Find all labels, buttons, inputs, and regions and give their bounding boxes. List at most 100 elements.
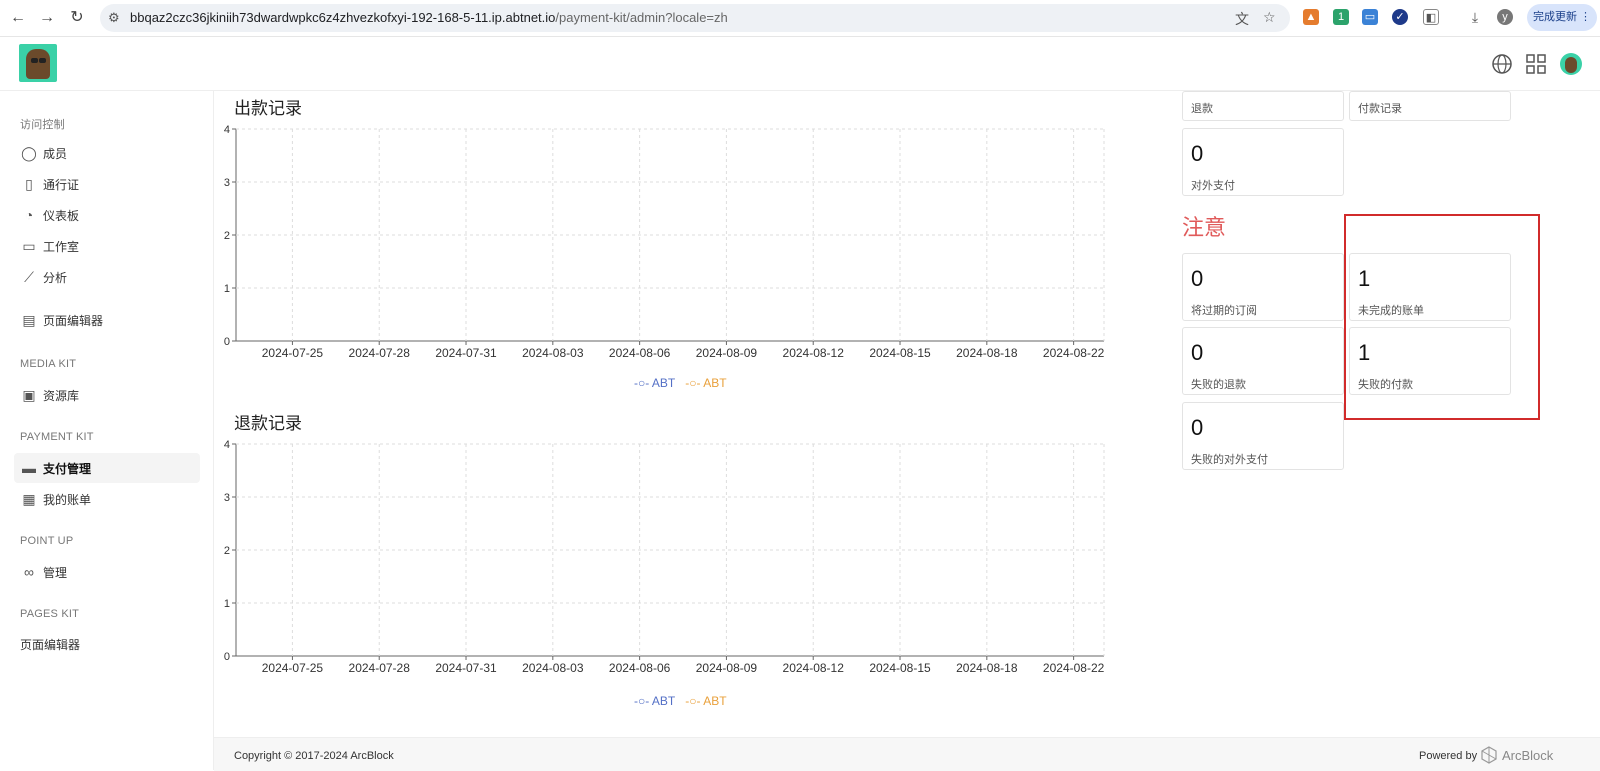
y-tick-label: 1 bbox=[224, 598, 230, 610]
x-tick-label: 2024-07-25 bbox=[262, 661, 324, 675]
metamask-icon[interactable]: ▲ bbox=[1303, 9, 1319, 25]
gauge-icon: ◔ bbox=[24, 207, 34, 223]
x-tick-label: 2024-07-28 bbox=[349, 661, 411, 675]
x-tick-label: 2024-07-28 bbox=[349, 346, 411, 360]
x-tick-label: 2024-08-15 bbox=[869, 346, 931, 360]
sidebar-item-manage[interactable]: ∞ 管理 bbox=[14, 557, 200, 587]
translate-icon[interactable]: 文 bbox=[1235, 9, 1249, 29]
x-tick-label: 2024-08-06 bbox=[609, 661, 671, 675]
footer-copyright: Copyright © 2017-2024 ArcBlock bbox=[234, 750, 394, 762]
browser-toolbar: ← → ↻ ⚙ bbqaz2czc36jkiniih73dwardwpkc6z4… bbox=[0, 0, 1600, 37]
footer: Copyright © 2017-2024 ArcBlock Powered b… bbox=[214, 737, 1600, 771]
sidebar-item-studio[interactable]: ▭ 工作室 bbox=[14, 231, 200, 261]
x-tick-label: 2024-08-18 bbox=[956, 661, 1018, 675]
analytics-icon: ⟋ bbox=[24, 269, 34, 285]
x-tick-label: 2024-08-18 bbox=[956, 346, 1018, 360]
grid-icon[interactable] bbox=[1525, 53, 1547, 75]
x-tick-label: 2024-07-31 bbox=[435, 346, 497, 360]
window-extension-icon[interactable]: ▭ bbox=[1362, 9, 1378, 25]
footer-brand[interactable]: ArcBlock bbox=[1502, 748, 1553, 763]
legend-series-2[interactable]: -○- ABT bbox=[685, 694, 726, 708]
section-access-control: 访问控制 bbox=[20, 119, 65, 131]
section-point-up: POINT UP bbox=[20, 535, 74, 547]
y-tick-label: 4 bbox=[224, 439, 230, 451]
legend-series-2[interactable]: -○- ABT bbox=[685, 376, 726, 390]
stat-card-expiring-subscriptions[interactable]: 0 将过期的订阅 bbox=[1182, 253, 1344, 321]
y-tick-label: 2 bbox=[224, 545, 230, 557]
refund-chart-legend[interactable]: -○- ABT -○- ABT bbox=[634, 694, 727, 708]
x-tick-label: 2024-07-31 bbox=[435, 661, 497, 675]
reload-icon[interactable]: ↻ bbox=[67, 8, 87, 28]
stat-card-failed-refunds[interactable]: 0 失败的退款 bbox=[1182, 327, 1344, 395]
payout-chart: 0 1 2 3 4 2024-07-25 2024-07-28 2024-07-31 2024-… bbox=[224, 124, 1105, 360]
app-header bbox=[0, 37, 1600, 91]
sidebar-item-my-billing[interactable]: ▦ 我的账单 bbox=[14, 484, 200, 514]
check-extension-icon[interactable]: ✓ bbox=[1392, 9, 1408, 25]
sidebar-item-dashboard[interactable]: ◔ 仪表板 bbox=[14, 200, 200, 230]
stat-card-failed-payouts[interactable]: 0 失败的对外支付 bbox=[1182, 402, 1344, 470]
media-icon: ▣ bbox=[22, 387, 36, 403]
legend-series-1[interactable]: -○- ABT bbox=[634, 694, 675, 708]
infinity-icon: ∞ bbox=[24, 564, 34, 580]
chart-title-refund: 退款记录 bbox=[234, 414, 302, 433]
sidebar-item-members[interactable]: ◯ 成员 bbox=[14, 138, 200, 168]
address-bar[interactable]: ⚙ bbqaz2czc36jkiniih73dwardwpkc6z4zhvezk… bbox=[100, 4, 1290, 32]
x-tick-label: 2024-08-09 bbox=[696, 661, 758, 675]
notice-title: 注意 bbox=[1182, 215, 1227, 240]
y-tick-label: 3 bbox=[224, 492, 230, 504]
app-logo[interactable] bbox=[19, 44, 57, 82]
footer-powered-by: Powered by bbox=[1419, 750, 1478, 762]
refund-chart: 0 1 2 3 4 2024-07-25 2024-07-28 2024-07-31 2024-… bbox=[224, 439, 1105, 675]
payout-chart-legend[interactable]: -○- ABT -○- ABT bbox=[634, 376, 727, 390]
user-avatar[interactable] bbox=[1560, 53, 1582, 75]
receipt-icon: ▦ bbox=[22, 491, 36, 507]
x-tick-label: 2024-07-25 bbox=[262, 346, 324, 360]
site-settings-icon[interactable]: ⚙ bbox=[108, 10, 120, 26]
x-tick-label: 2024-08-09 bbox=[696, 346, 758, 360]
x-tick-label: 2024-08-03 bbox=[522, 661, 584, 675]
chart-title-payout: 出款记录 bbox=[234, 99, 302, 118]
sidebar-item-pages-editor[interactable]: 页面编辑器 bbox=[0, 629, 177, 659]
stat-card-payout[interactable]: 0 对外支付 bbox=[1182, 128, 1344, 196]
arcblock-logo-icon bbox=[1481, 746, 1497, 764]
stat-card-payments[interactable]: 付款记录 bbox=[1349, 91, 1511, 121]
sidebar-item-page-editor[interactable]: ▤ 页面编辑器 bbox=[14, 305, 200, 335]
highlight-box bbox=[1344, 214, 1540, 420]
x-tick-label: 2024-08-03 bbox=[522, 346, 584, 360]
y-tick-label: 3 bbox=[224, 177, 230, 189]
url-text[interactable]: bbqaz2czc36jkiniih73dwardwpkc6z4zhvezkof… bbox=[130, 10, 728, 25]
section-payment-kit: PAYMENT KIT bbox=[20, 431, 94, 443]
user-icon: ◯ bbox=[21, 145, 37, 161]
y-tick-label: 2 bbox=[224, 230, 230, 242]
sidebar: 访问控制 ◯ 成员 ▯ 通行证 ◔ 仪表板 ▭ 工作室 ⟋ 分析 ▤ 页面编辑器 MEDIA… bbox=[0, 91, 214, 770]
page-editor-icon: ▤ bbox=[22, 312, 36, 328]
sidebar-item-analytics[interactable]: ⟋ 分析 bbox=[14, 262, 200, 292]
y-tick-label: 0 bbox=[224, 651, 230, 663]
forward-icon[interactable]: → bbox=[37, 8, 57, 28]
sidebar-item-media-library[interactable]: ▣ 资源库 bbox=[14, 380, 200, 410]
section-pages-kit: PAGES KIT bbox=[20, 608, 80, 620]
x-tick-label: 2024-08-15 bbox=[869, 661, 931, 675]
x-tick-label: 2024-08-22 bbox=[1043, 346, 1105, 360]
sidebar-item-payment-admin[interactable]: ▬ 支付管理 bbox=[14, 453, 200, 483]
star-icon[interactable]: ☆ bbox=[1263, 9, 1276, 26]
extension-icon[interactable]: 1 bbox=[1333, 9, 1349, 25]
sidebar-item-passport[interactable]: ▯ 通行证 bbox=[14, 169, 200, 199]
globe-icon[interactable] bbox=[1491, 53, 1513, 75]
profile-avatar[interactable]: y bbox=[1497, 9, 1513, 25]
y-tick-label: 0 bbox=[224, 336, 230, 348]
x-tick-label: 2024-08-12 bbox=[783, 346, 845, 360]
stat-card-refund[interactable]: 退款 bbox=[1182, 91, 1344, 121]
card-icon: ▬ bbox=[22, 460, 36, 476]
download-icon[interactable]: ⤓ bbox=[1467, 9, 1483, 25]
legend-series-1[interactable]: -○- ABT bbox=[634, 376, 675, 390]
puzzle-icon[interactable]: ◧ bbox=[1423, 9, 1439, 25]
back-icon[interactable]: ← bbox=[8, 8, 28, 28]
x-tick-label: 2024-08-06 bbox=[609, 346, 671, 360]
studio-icon: ▭ bbox=[22, 238, 36, 254]
y-tick-label: 4 bbox=[224, 124, 230, 136]
section-media-kit: MEDIA KIT bbox=[20, 358, 77, 370]
update-button[interactable]: 完成更新 ⋮ bbox=[1527, 4, 1597, 31]
badge-icon: ▯ bbox=[25, 176, 33, 192]
x-tick-label: 2024-08-12 bbox=[783, 661, 845, 675]
